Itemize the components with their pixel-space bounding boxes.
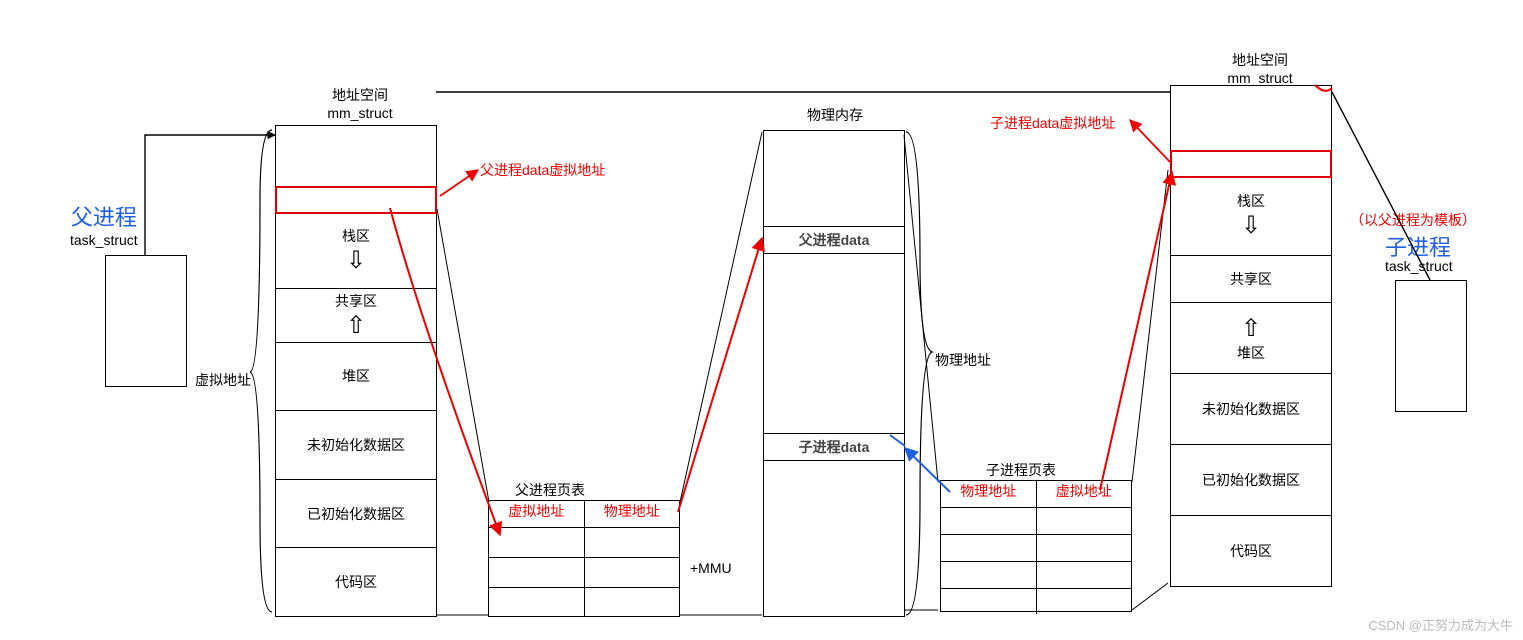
diagram-lines	[0, 0, 1523, 640]
watermark: CSDN @正努力成为大牛	[1368, 615, 1513, 634]
